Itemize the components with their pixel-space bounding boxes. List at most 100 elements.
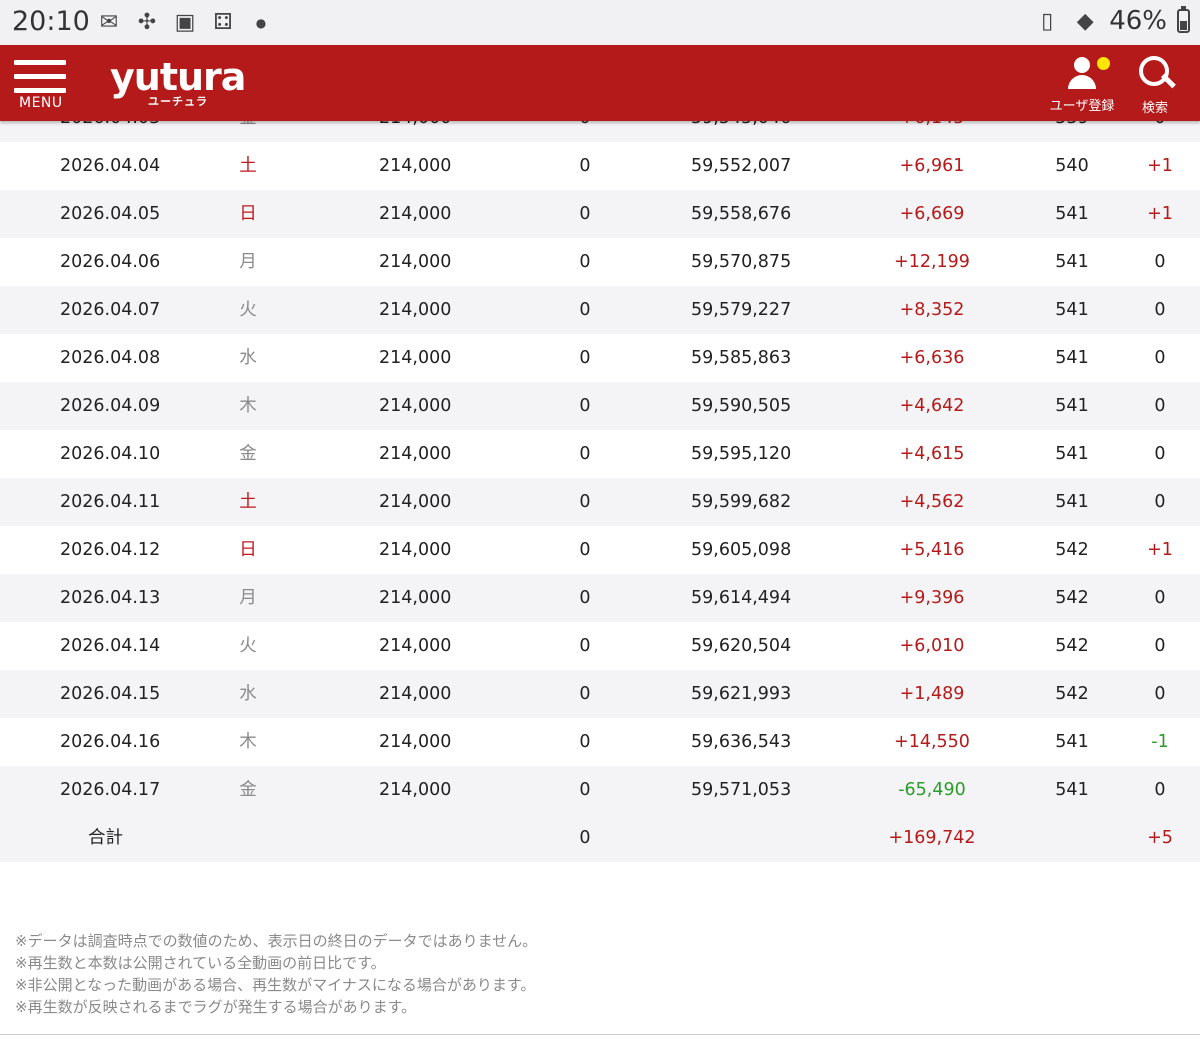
weekday-cell: 金	[239, 780, 257, 800]
table-row: 2026.04.14 火 214,000 0 59,620,504 +6,010 542 0	[0, 622, 1200, 670]
subscribers-diff-cell: 0	[579, 204, 591, 224]
footnote: ※再生数と本数は公開されている全動画の前日比です。	[15, 954, 386, 972]
table-row: 2026.04.05 日 214,000 0 59,558,676 +6,669 541 +1	[0, 190, 1200, 238]
wifi-icon: ◆	[1076, 8, 1094, 34]
views-cell: 59,579,227	[691, 300, 792, 320]
table-row: 2026.04.11 土 214,000 0 59,599,682 +4,562 541 0	[0, 478, 1200, 526]
search-icon	[1135, 53, 1176, 93]
footnote: ※非公開となった動画がある場合、再生数がマイナスになる場合があります。	[15, 976, 536, 994]
weekday-cell: 木	[239, 732, 257, 752]
views-diff-cell: +14,550	[894, 732, 970, 752]
subscribers-cell: 214,000	[379, 540, 452, 560]
views-diff-cell: +4,642	[899, 396, 965, 416]
subscribers-cell: 214,000	[379, 588, 452, 608]
videos-diff-cell: 0	[1154, 636, 1166, 656]
table-row: 2026.04.10 金 214,000 0 59,595,120 +4,615 541 0	[0, 430, 1200, 478]
subscribers-cell: 214,000	[379, 636, 452, 656]
videos-diff-cell: 0	[1154, 252, 1166, 272]
subscribers-cell: 214,000	[379, 780, 452, 800]
total-videos-diff: +5	[1147, 828, 1173, 848]
videos-diff-cell: +1	[1147, 156, 1173, 176]
table-row: 2026.04.16 木 214,000 0 59,636,543 +14,550 541 -…	[0, 718, 1200, 766]
videos-diff-cell: 0	[1154, 492, 1166, 512]
subscribers-diff-cell: 0	[579, 684, 591, 704]
views-diff-cell: +12,199	[894, 252, 970, 272]
views-diff-cell: +6,669	[899, 204, 965, 224]
footnotes: ※データは調査時点での数値のため、表示日の終日のデータではありません。 ※再生数…	[15, 930, 537, 1018]
date-cell: 2026.04.09	[60, 396, 161, 416]
views-diff-cell: +1,489	[899, 684, 965, 704]
date-cell: 2026.04.05	[60, 204, 161, 224]
subscribers-cell: 214,000	[379, 300, 452, 320]
videos-cell: 542	[1055, 540, 1089, 560]
date-cell: 2026.04.15	[60, 684, 161, 704]
table-row: 2026.04.07 火 214,000 0 59,579,227 +8,352 541 0	[0, 286, 1200, 334]
site-logo[interactable]: yutura ユーチュラ	[110, 57, 246, 113]
subscribers-cell: 214,000	[379, 396, 452, 416]
weekday-cell: 水	[239, 348, 257, 368]
subscribers-diff-cell: 0	[579, 588, 591, 608]
mail-icon: ✉	[99, 10, 119, 35]
dot-icon: ●	[255, 16, 267, 30]
notification-icons: ✉ ✣ ▣ ⚃ ●	[96, 10, 274, 36]
videos-cell: 542	[1055, 588, 1089, 608]
subscribers-cell: 214,000	[379, 156, 452, 176]
videos-diff-cell: 0	[1154, 588, 1166, 608]
videos-cell: 541	[1055, 396, 1089, 416]
date-cell: 2026.04.08	[60, 348, 161, 368]
videos-cell: 541	[1055, 780, 1089, 800]
date-cell: 2026.04.11	[60, 492, 161, 512]
views-cell: 59,614,494	[691, 588, 792, 608]
weekday-cell: 火	[239, 636, 257, 656]
date-cell: 2026.04.04	[60, 156, 161, 176]
table-row: 2026.04.15 水 214,000 0 59,621,993 +1,489 542 0	[0, 670, 1200, 718]
views-cell: 59,620,504	[691, 636, 792, 656]
subscribers-cell: 214,000	[379, 732, 452, 752]
subscribers-diff-cell: 0	[579, 636, 591, 656]
total-label: 合計	[88, 828, 123, 848]
weekday-cell: 金	[239, 444, 257, 464]
views-cell: 59,595,120	[691, 444, 792, 464]
total-subscribers-diff: 0	[579, 828, 591, 848]
views-diff-cell: +8,352	[899, 300, 965, 320]
views-diff-cell: +5,416	[899, 540, 965, 560]
subscribers-diff-cell: 0	[579, 540, 591, 560]
subscribers-diff-cell: 0	[579, 156, 591, 176]
weekday-cell: 日	[239, 540, 257, 560]
status-bar: 20:10 ✉ ✣ ▣ ⚃ ● ▯ ◆ 46%	[0, 0, 1200, 45]
views-diff-cell: +6,961	[899, 156, 965, 176]
videos-cell: 542	[1055, 636, 1089, 656]
weekday-cell: 水	[239, 684, 257, 704]
menu-button[interactable]: MENU	[14, 57, 68, 117]
footnote: ※データは調査時点での数値のため、表示日の終日のデータではありません。	[15, 932, 538, 950]
videos-diff-cell: 0	[1154, 684, 1166, 704]
videos-cell: 541	[1055, 444, 1089, 464]
date-cell: 2026.04.16	[60, 732, 161, 752]
views-cell: 59,636,543	[691, 732, 792, 752]
battery-text: 46%	[1109, 6, 1167, 36]
subscribers-diff-cell: 0	[579, 492, 591, 512]
subscribers-diff-cell: 0	[579, 732, 591, 752]
views-cell: 59,585,863	[691, 348, 792, 368]
date-cell: 2026.04.12	[60, 540, 161, 560]
views-diff-cell: +4,615	[899, 444, 965, 464]
table-row: 2026.04.13 月 214,000 0 59,614,494 +9,396 542 0	[0, 574, 1200, 622]
image-icon: ▣	[174, 10, 196, 35]
subscribers-cell: 214,000	[379, 204, 452, 224]
subscribers-cell: 214,000	[379, 348, 452, 368]
subscribers-diff-cell: 0	[579, 444, 591, 464]
videos-cell: 542	[1055, 684, 1089, 704]
search-button[interactable]: 検索	[1132, 53, 1178, 117]
views-diff-cell: +6,636	[899, 348, 965, 368]
subscribers-diff-cell: 0	[579, 780, 591, 800]
videos-diff-cell: 0	[1154, 780, 1166, 800]
table-row: 2026.04.04 土 214,000 0 59,552,007 +6,961 540 +1	[0, 142, 1200, 190]
site-header: MENU yutura ユーチュラ ユーザ登録 検索	[0, 45, 1200, 121]
videos-diff-cell: 0	[1154, 396, 1166, 416]
views-diff-cell: -65,490	[898, 780, 966, 800]
weekday-cell: 火	[239, 300, 257, 320]
total-views-diff: +169,742	[888, 828, 976, 848]
search-label: 検索	[1141, 101, 1168, 116]
videos-diff-cell: 0	[1154, 444, 1166, 464]
views-diff-cell: +6,010	[899, 636, 965, 656]
